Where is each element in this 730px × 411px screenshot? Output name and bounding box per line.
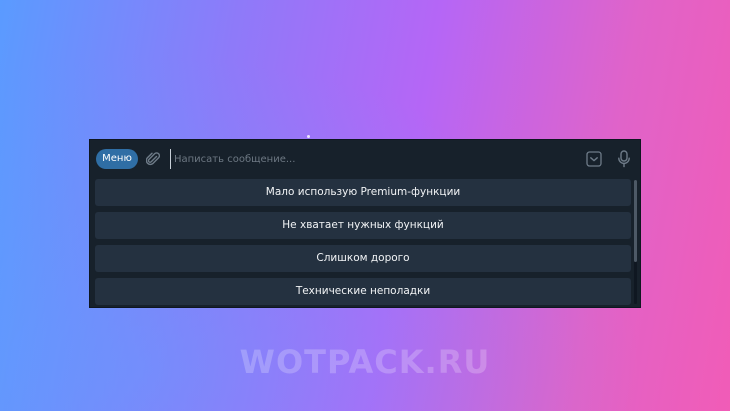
watermark: WOTPACK.RU (239, 343, 491, 381)
keyboard-scrollbar[interactable] (634, 180, 637, 304)
chat-input-panel: Меню Мало использую Premium-функции Не х… (89, 139, 641, 308)
keyboard-button-technical-issues[interactable]: Технические неполадки (95, 278, 631, 305)
decorative-dot (307, 135, 310, 138)
paperclip-icon[interactable] (146, 151, 160, 167)
message-input[interactable] (170, 149, 574, 169)
keyboard-toggle-icon[interactable] (586, 151, 602, 167)
message-input-bar: Меню (90, 140, 640, 178)
bot-keyboard: Мало использую Premium-функции Не хватае… (95, 179, 631, 311)
microphone-icon[interactable] (617, 150, 631, 168)
menu-button[interactable]: Меню (96, 149, 138, 169)
scrollbar-thumb[interactable] (634, 180, 637, 262)
keyboard-button-rarely-use[interactable]: Мало использую Premium-функции (95, 179, 631, 206)
keyboard-button-too-expensive[interactable]: Слишком дорого (95, 245, 631, 272)
keyboard-button-missing-features[interactable]: Не хватает нужных функций (95, 212, 631, 239)
